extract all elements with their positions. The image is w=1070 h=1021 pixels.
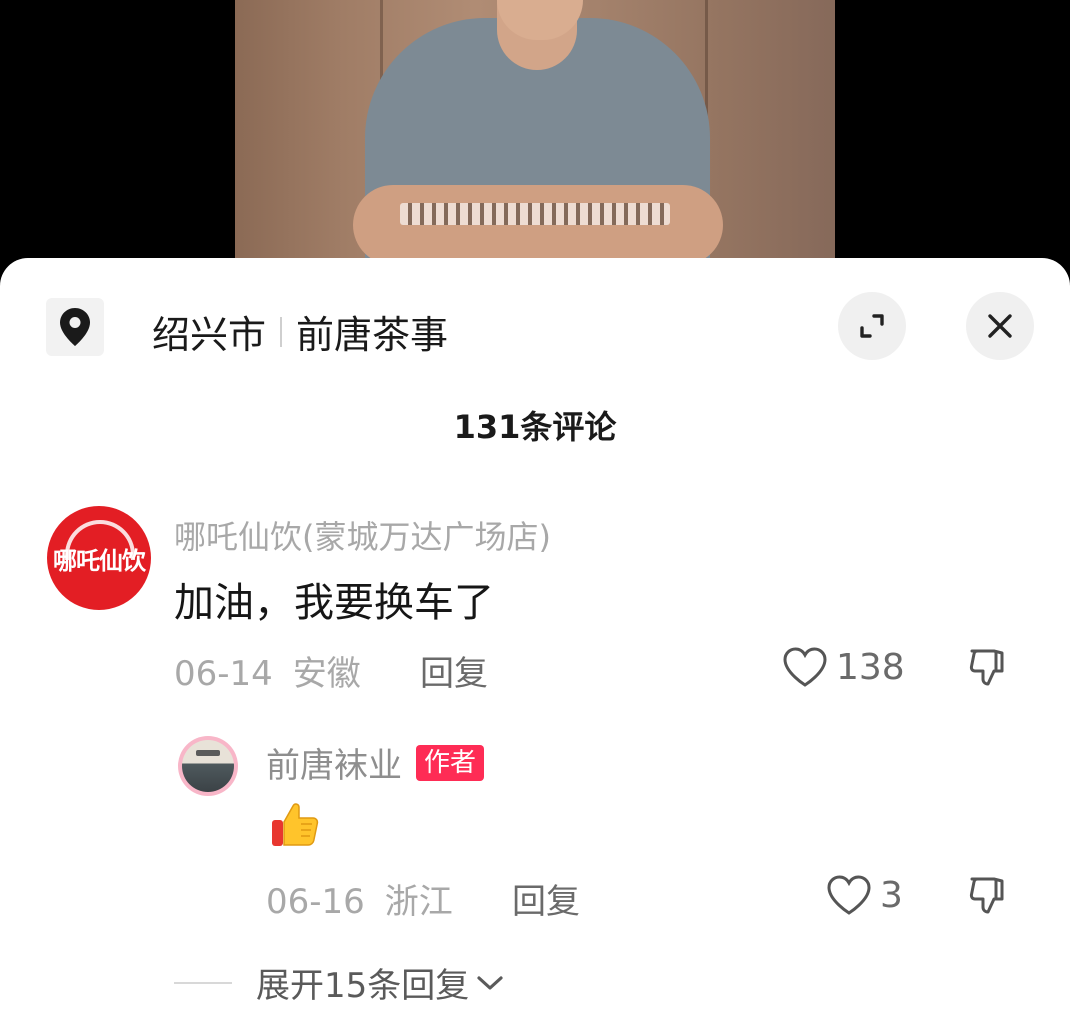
reply-dislike-button[interactable] [968, 874, 1010, 920]
reply-like-button[interactable]: 3 [826, 874, 903, 916]
expand-icon [860, 314, 884, 338]
expand-replies-label: 展开15条回复 [256, 966, 470, 1006]
close-button[interactable] [966, 292, 1034, 360]
reply-button[interactable]: 回复 [420, 646, 488, 695]
reply-meta: 06-16 浙江 [266, 874, 453, 923]
video-player[interactable] [0, 0, 1070, 275]
location-bar: 绍兴市 前唐茶事 [46, 292, 1036, 366]
comment-meta: 06-14 安徽 [174, 646, 361, 695]
reply-avatar[interactable] [178, 736, 238, 796]
like-count: 138 [836, 646, 905, 688]
author-badge: 作者 [416, 744, 485, 781]
comment-username[interactable]: 哪吒仙饮(蒙城万达广场店) [174, 512, 551, 558]
thumbs-up-emoji-icon [270, 798, 322, 850]
location-text[interactable]: 绍兴市 前唐茶事 [152, 304, 448, 359]
reply-like-count: 3 [880, 874, 903, 916]
chevron-down-icon [477, 975, 503, 990]
reply-date: 06-16 [266, 882, 365, 922]
location-city: 绍兴市 [152, 313, 267, 357]
video-subtitle [400, 203, 670, 225]
comment-date: 06-14 [174, 654, 273, 694]
reply-reply-button[interactable]: 回复 [512, 874, 580, 923]
comment-text: 加油，我要换车了 [174, 580, 494, 626]
thumbs-down-icon [969, 877, 1004, 914]
like-button[interactable]: 138 [782, 646, 905, 688]
comment-sheet: 绍兴市 前唐茶事 131条评论 哪吒仙饮 哪吒仙饮(蒙城万达广场店) 加油，我要… [0, 258, 1070, 1021]
video-frame [235, 0, 835, 262]
dislike-button[interactable] [968, 646, 1010, 692]
thumbs-down-icon [969, 649, 1004, 686]
divider [174, 981, 232, 984]
dragon-logo-icon [65, 520, 135, 560]
expand-replies-button[interactable]: 展开15条回复 [174, 958, 505, 1007]
close-icon [988, 314, 1012, 338]
comment-location: 安徽 [292, 654, 361, 694]
location-separator [280, 316, 283, 347]
reply-username[interactable]: 前唐袜业 [266, 738, 402, 787]
comment-count: 131条评论 [453, 408, 617, 446]
avatar[interactable]: 哪吒仙饮 [47, 506, 151, 610]
heart-icon [827, 875, 871, 915]
location-place: 前唐茶事 [296, 313, 449, 357]
location-pin-icon[interactable] [46, 298, 104, 356]
heart-icon [783, 647, 827, 687]
expand-button[interactable] [838, 292, 906, 360]
reply-username-row: 前唐袜业 作者 [266, 738, 485, 787]
reply-location: 浙江 [384, 882, 453, 922]
